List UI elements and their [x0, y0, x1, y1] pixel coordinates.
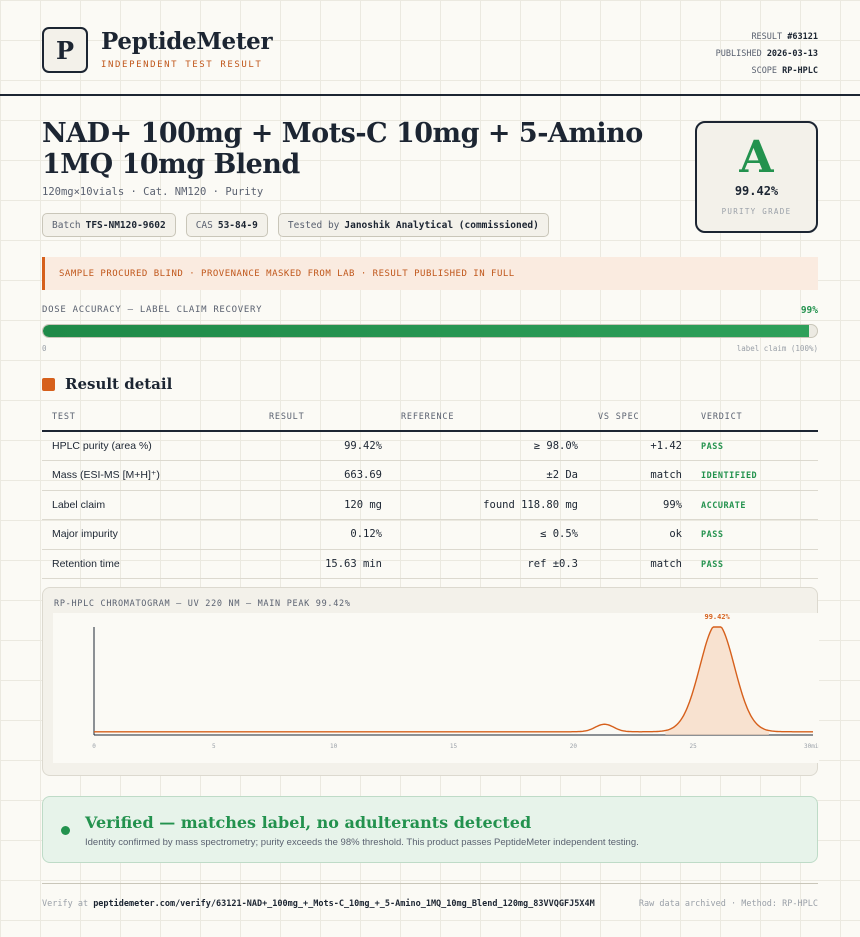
verdict-badge: PASS — [701, 530, 724, 541]
verdict-badge: IDENTIFIED — [701, 471, 758, 482]
footer-method: Raw data archived · Method: RP-HPLC — [638, 899, 818, 909]
verdict-badge: PASS — [701, 442, 724, 452]
cell-spec: match — [650, 469, 682, 482]
x-tick-label: 25 — [690, 743, 698, 750]
cell-test: HPLC purity (area %) — [52, 440, 152, 452]
col-spec: VS SPEC — [598, 412, 640, 422]
verified-description: Identity confirmed by mass spectrometry;… — [85, 837, 639, 848]
col-reference: REFERENCE — [401, 412, 455, 422]
chromatogram-svg: 0 5 10 15 20 25 30min 99.42% — [92, 613, 822, 750]
cell-reference: ≥ 98.0% — [533, 440, 578, 452]
verdict-badge: ACCURATE — [701, 500, 746, 511]
main-peak-label: 99.42% — [704, 613, 730, 621]
brand-name: PeptideMeter — [101, 28, 273, 55]
dose-accuracy-value: 99% — [800, 305, 818, 316]
report-header: P PeptideMeter INDEPENDENT TEST RESULT R… — [0, 0, 860, 96]
provenance-banner: SAMPLE PROCURED BLIND · PROVENANCE MASKE… — [42, 257, 818, 290]
dose-progress-fill — [43, 325, 810, 337]
cell-result: 0.12% — [350, 528, 382, 541]
verified-banner: Verified — matches label, no adulterants… — [42, 796, 818, 863]
cell-spec: ok — [669, 528, 682, 541]
cell-test: Major impurity — [52, 528, 118, 541]
meta-scope: SCOPE RP-HPLC — [751, 66, 818, 76]
purity-grade-card: A 99.42% PURITY GRADE — [695, 121, 818, 233]
tested-by-chip: Tested by Janoshik Analytical (commission… — [277, 213, 549, 237]
cell-result: 120 mg — [344, 498, 382, 511]
table-row: Mass (ESI-MS [M+H]⁺) 663.69 ±2 Da match IDEN… — [42, 461, 818, 491]
x-tick-label: 30min — [804, 743, 819, 750]
chromatogram-plot: 0 5 10 15 20 25 30min 99.42% — [53, 613, 822, 763]
product-title: NAD+ 100mg + Mots-C 10mg + 5-Amino 1MQ 1… — [42, 118, 643, 180]
result-meta: RESULT #63121 PUBLISHED 2026-03-13 SCOPE… — [716, 29, 818, 80]
col-verdict: VERDICT — [701, 412, 743, 422]
cell-spec: 99% — [663, 498, 682, 511]
dose-max-label: label claim (100%) — [736, 344, 818, 353]
grade-label: PURITY GRADE — [721, 207, 792, 216]
col-result: RESULT — [269, 412, 305, 422]
result-detail-heading: Result detail — [42, 375, 172, 393]
dose-accuracy-label: DOSE ACCURACY — LABEL CLAIM RECOVERY — [42, 305, 263, 315]
table-row: HPLC purity (area %) 99.42% ≥ 98.0% +1.42 PA… — [42, 432, 818, 462]
cell-result: 663.69 — [344, 469, 382, 482]
table-row: Major impurity 0.12% ≤ 0.5% ok PASS — [42, 520, 818, 550]
section-title: Result detail — [65, 375, 173, 393]
logo: P — [42, 27, 88, 73]
cell-test: Mass (ESI-MS [M+H]⁺) — [52, 469, 160, 482]
meta-result: RESULT #63121 — [751, 32, 818, 42]
grade-letter: A — [739, 132, 774, 183]
brand-subtitle: INDEPENDENT TEST RESULT — [101, 60, 263, 70]
x-tick-label: 20 — [570, 743, 578, 750]
table-row: Retention time 15.63 min ref ±0.3 match PASS — [42, 550, 818, 579]
product-chips: Batch TFS-NM120-9602 CAS 53-84-9 Tested by… — [42, 213, 549, 237]
x-tick-label: 5 — [212, 743, 216, 750]
table-header: TEST RESULT REFERENCE VS SPEC VERDICT — [42, 404, 818, 432]
product-subtitle: 120mg×10vials · Cat. NM120 · Purity — [42, 186, 264, 198]
section-marker-icon — [42, 377, 55, 391]
cas-chip: CAS 53-84-9 — [185, 213, 268, 237]
chromatogram-title: RP-HPLC CHROMATOGRAM — UV 220 NM — MAIN … — [54, 599, 351, 609]
x-tick-label: 10 — [330, 743, 338, 750]
batch-chip: Batch TFS-NM120-9602 — [42, 213, 176, 237]
verdict-badge: PASS — [701, 559, 724, 570]
verified-dot-icon — [61, 826, 70, 835]
verify-link-text: Verify at peptidemeter.com/verify/63121-… — [42, 899, 595, 909]
x-tick-label: 15 — [450, 743, 458, 750]
dose-progress-bar — [42, 324, 818, 338]
chromatogram-panel: RP-HPLC CHROMATOGRAM — UV 220 NM — MAIN … — [42, 587, 822, 776]
results-table: TEST RESULT REFERENCE VS SPEC VERDICT HP… — [42, 404, 818, 579]
x-tick-label: 0 — [92, 743, 96, 750]
cell-reference: found 118.80 mg — [483, 498, 578, 511]
verified-title: Verified — matches label, no adulterants… — [85, 813, 532, 832]
grade-value: 99.42% — [734, 184, 779, 198]
cell-reference: ≤ 0.5% — [540, 528, 578, 541]
cell-reference: ±2 Da — [546, 469, 578, 482]
cell-spec: match — [650, 557, 682, 570]
table-row: Label claim 120 mg found 118.80 mg 99% ACCUR… — [42, 491, 818, 521]
verify-url[interactable]: peptidemeter.com/verify/63121-NAD+_100mg… — [93, 899, 595, 909]
cell-reference: ref ±0.3 — [527, 557, 578, 570]
cell-test: Label claim — [52, 498, 106, 511]
meta-published: PUBLISHED 2026-03-13 — [715, 49, 818, 59]
cell-result: 99.42% — [344, 440, 382, 452]
cell-result: 15.63 min — [325, 557, 382, 570]
col-test: TEST — [52, 412, 76, 422]
cell-test: Retention time — [52, 557, 120, 570]
footer-divider — [42, 883, 818, 884]
dose-min-label: 0 — [42, 344, 47, 353]
cell-spec: +1.42 — [650, 440, 682, 452]
